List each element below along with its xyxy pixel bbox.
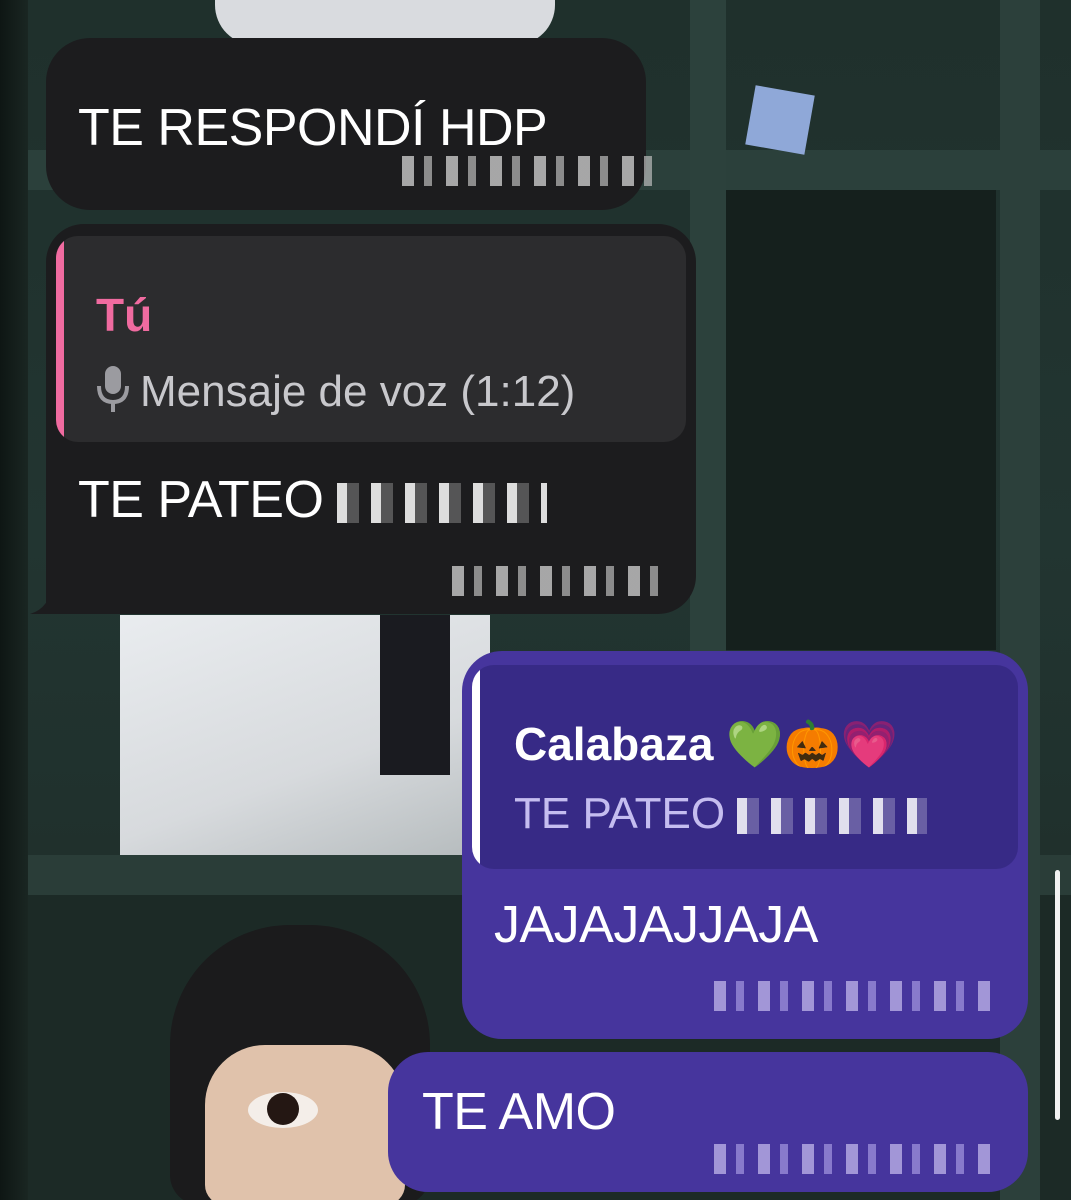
reply-quote-bar [472, 665, 480, 869]
message-timestamp-redacted [452, 566, 672, 596]
reply-quote[interactable]: Tú Mensaje de voz (1:12) [56, 236, 686, 442]
message-text: TE PATEO [78, 470, 548, 530]
bubble-tail [30, 584, 60, 614]
redacted-text [737, 798, 928, 835]
reply-quote-author: Calabaza 💚🎃💗 [514, 718, 899, 770]
microphone-icon [96, 364, 130, 425]
message-timestamp-redacted [714, 981, 1000, 1011]
message-text: TE AMO [422, 1083, 616, 1141]
reply-quote-body: TE PATEO [514, 789, 928, 839]
wallpaper-poster-shadow [380, 615, 450, 775]
message-timestamp-redacted [402, 156, 662, 186]
scrollbar[interactable] [1055, 870, 1060, 1120]
message-bubble-outgoing[interactable]: Calabaza 💚🎃💗 TE PATEO JAJAJAJJAJA [462, 651, 1028, 1039]
redacted-text [337, 483, 548, 524]
wallpaper-edge [0, 0, 28, 1200]
wallpaper-panel [726, 190, 996, 650]
message-bubble-outgoing[interactable]: TE AMO [388, 1052, 1028, 1192]
message-text: TE RESPONDÍ HDP [78, 99, 548, 157]
reply-quote-body: Mensaje de voz (1:12) [96, 364, 575, 425]
wallpaper-person-pupil [267, 1093, 299, 1125]
reply-quote[interactable]: Calabaza 💚🎃💗 TE PATEO [472, 665, 1018, 869]
reply-quote-author: Tú [96, 289, 153, 341]
voice-message-label: Mensaje de voz (1:12) [140, 367, 576, 417]
message-bubble-incoming[interactable]: TE RESPONDÍ HDP [46, 38, 662, 210]
message-text-visible: TE PATEO [78, 471, 324, 529]
message-bubble-incoming[interactable]: Tú Mensaje de voz (1:12) TE PATEO [46, 224, 696, 614]
message-text: JAJAJAJJAJA [494, 896, 818, 954]
reply-quote-bar [56, 236, 64, 442]
wallpaper-shirt [745, 85, 815, 155]
reply-quote-text: TE PATEO [514, 789, 726, 838]
chat-screen: TE RESPONDÍ HDP Tú Mensaje de voz (1:12)… [0, 0, 1071, 1200]
message-timestamp-redacted [714, 1144, 998, 1174]
